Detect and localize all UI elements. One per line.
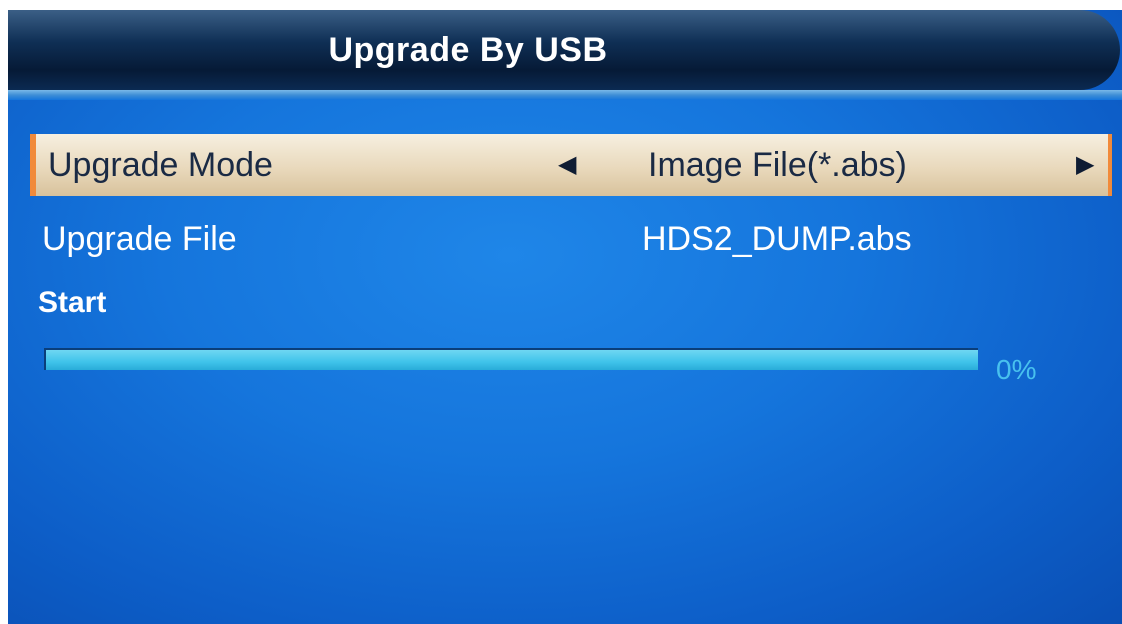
progress-bar [44,348,978,370]
progress-percent: 0% [996,354,1037,385]
upgrade-mode-value: Image File(*.abs) [648,146,907,184]
dialog-title: Upgrade By USB [328,31,608,69]
upgrade-mode-row[interactable]: Upgrade Mode ◀ Image File(*.abs) ▶ [30,134,1112,196]
header-divider [8,90,1122,100]
upgrade-file-row[interactable]: Upgrade File HDS2_DUMP.abs [30,208,1112,270]
arrow-right-icon[interactable]: ▶ [1076,134,1094,196]
upgrade-file-value: HDS2_DUMP.abs [642,220,912,258]
upgrade-dialog: Upgrade By USB Upgrade Mode ◀ Image File… [8,10,1122,624]
arrow-left-icon[interactable]: ◀ [558,134,576,196]
upgrade-file-label: Upgrade File [42,220,237,258]
dialog-header: Upgrade By USB [8,10,1120,90]
start-button[interactable]: Start [38,280,106,326]
tv-screen: Upgrade By USB Upgrade Mode ◀ Image File… [0,0,1122,624]
upgrade-mode-label: Upgrade Mode [48,146,273,184]
